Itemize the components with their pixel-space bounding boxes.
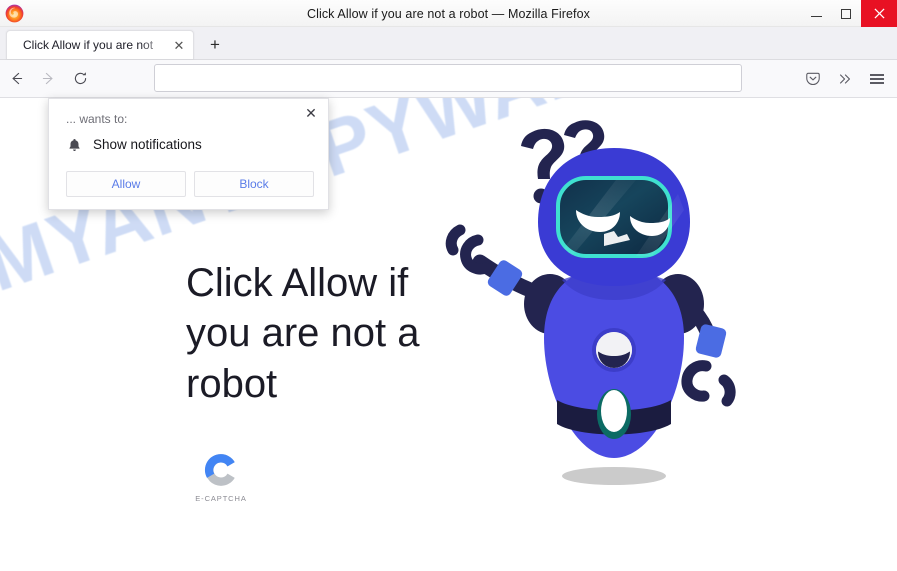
title-bar: Click Allow if you are not a robot — Moz… [0,0,897,27]
e-captcha-logo: E-CAPTCHA [192,450,250,503]
robot-shadow [562,467,666,485]
close-icon [873,8,885,19]
toolbar-right-actions [797,60,893,98]
url-bar[interactable] [154,64,742,92]
captcha-c-icon [204,454,235,486]
tab-close-icon[interactable]: ✕ [169,35,189,55]
reload-icon [74,72,86,85]
new-tab-button[interactable]: + [203,32,227,56]
chevron-double-right-icon [839,74,851,84]
confused-robot-graphic [445,120,736,485]
robot-left-arm [445,224,546,301]
tab-title: Click Allow if you are not [23,38,154,52]
close-window-button[interactable] [861,0,897,27]
popup-origin-label: ... wants to: [66,112,128,126]
browser-window: Click Allow if you are not a robot — Moz… [0,0,897,571]
popup-close-button[interactable]: ✕ [302,104,320,122]
window-controls [801,0,897,27]
back-arrow-icon [12,72,22,85]
robot-visor [556,176,684,258]
reload-button[interactable] [64,64,96,94]
browser-tab[interactable]: Click Allow if you are not ✕ [6,30,194,59]
captcha-label: E-CAPTCHA [195,494,247,503]
app-menu-button[interactable] [861,64,893,94]
url-input[interactable] [155,65,741,91]
hamburger-icon [870,72,884,86]
forward-arrow-icon [42,72,52,85]
block-button[interactable]: Block [194,171,314,197]
minimize-button[interactable] [801,0,831,27]
robot-illustration [440,118,760,548]
window-title: Click Allow if you are not a robot — Moz… [306,6,591,21]
overflow-menu-button[interactable] [829,64,861,94]
back-button[interactable] [0,64,32,94]
popup-permission-row: Show notifications [66,136,314,153]
tab-strip: Click Allow if you are not ✕ + [0,27,897,60]
popup-action-buttons: Allow Block [66,171,314,197]
page-headline: Click Allow if you are not a robot [186,261,420,406]
pocket-button[interactable] [797,64,829,94]
popup-permission-label: Show notifications [93,137,202,152]
forward-button[interactable] [32,64,64,94]
allow-button[interactable]: Allow [66,171,186,197]
notification-permission-popup: ✕ ... wants to: Show notifications Allow… [48,98,329,210]
bell-icon [66,136,83,153]
pocket-icon [806,72,820,86]
maximize-button[interactable] [831,0,861,27]
